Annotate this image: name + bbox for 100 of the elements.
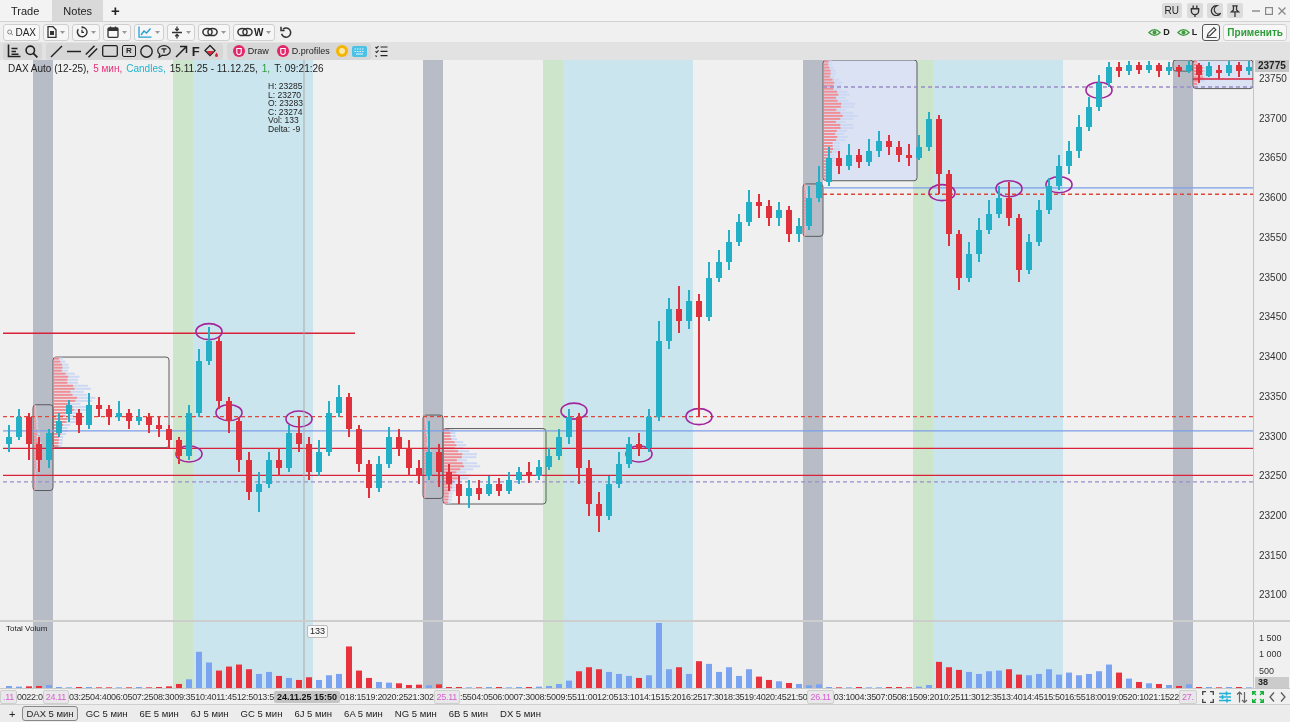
circle-icon[interactable]: [139, 44, 153, 58]
volume-bar: [206, 662, 212, 688]
rectangle-icon[interactable]: [102, 45, 118, 57]
tab[interactable]: Notes: [52, 0, 104, 21]
box-label-tool[interactable]: R: [122, 45, 136, 57]
clock-label: T: 09:21:26: [274, 63, 324, 74]
time-label: 12:05: [597, 690, 619, 703]
layout-dropdown[interactable]: [43, 23, 69, 41]
candle: [166, 423, 172, 450]
price-label: 23300: [1259, 430, 1287, 443]
chart-tab[interactable]: 6B 5 мин: [444, 706, 493, 721]
language-button[interactable]: RU: [1161, 3, 1182, 18]
zoom-icon[interactable]: [25, 44, 38, 58]
candle: [146, 411, 152, 434]
candle: [476, 479, 482, 502]
bar-chart-icon[interactable]: [7, 44, 21, 58]
candle: [626, 435, 632, 470]
candle: [406, 439, 412, 478]
chart-tab[interactable]: GC 5 мин: [236, 706, 287, 721]
up-down-arrows-icon[interactable]: [1235, 690, 1248, 703]
link-dropdown[interactable]: [198, 23, 230, 41]
calendar-dropdown[interactable]: [103, 23, 131, 41]
volume-bar: [656, 623, 662, 688]
time-label: 10:25: [938, 690, 960, 703]
volume-bar: [746, 669, 752, 688]
timer-dropdown[interactable]: [72, 23, 100, 41]
timeframe-label: 5 мин,: [93, 63, 123, 74]
add-chart-button[interactable]: +: [6, 707, 19, 720]
candle: [1226, 60, 1232, 77]
plug-button[interactable]: [1187, 3, 1203, 18]
candle: [616, 451, 622, 490]
letter-tool[interactable]: F: [191, 44, 200, 58]
checklist-icon[interactable]: [374, 45, 388, 57]
line-tool-icon[interactable]: [50, 44, 63, 58]
candle: [366, 459, 372, 500]
candle: [206, 325, 212, 366]
pen-button[interactable]: [1202, 23, 1221, 41]
chart-tab[interactable]: NG 5 мин: [390, 706, 441, 721]
close-icon[interactable]: [1278, 6, 1286, 15]
volume-bar: [346, 646, 352, 688]
candle: [546, 447, 552, 471]
parallel-lines-icon[interactable]: [85, 44, 98, 58]
time-label: 21:30: [407, 690, 429, 703]
link-group-dropdown[interactable]: W: [233, 23, 276, 41]
chart-tab[interactable]: DX 5 мин: [496, 706, 545, 721]
theme-button[interactable]: [1207, 3, 1223, 18]
caret-icon: [122, 30, 127, 34]
volume-bar: [1046, 669, 1052, 688]
maximize-icon[interactable]: [1265, 6, 1273, 15]
layer-toggle[interactable]: L: [1174, 27, 1200, 37]
chart-tab[interactable]: 6A 5 мин: [340, 706, 387, 721]
draw-toggle[interactable]: Draw: [230, 45, 271, 57]
paint-bucket-icon[interactable]: [203, 44, 219, 58]
candle: [356, 423, 362, 474]
pin-button[interactable]: [1227, 3, 1243, 18]
speech-bubble-icon[interactable]: [156, 44, 171, 58]
last-volume-label: 38: [1255, 677, 1289, 688]
add-tab-button[interactable]: +: [105, 3, 126, 18]
chevron-left-icon[interactable]: [1268, 691, 1275, 702]
candle: [1046, 177, 1052, 216]
time-label: 2: [428, 690, 434, 703]
candle: [6, 423, 12, 454]
tab[interactable]: Trade: [0, 0, 51, 21]
time-label: 18:35: [723, 690, 745, 703]
candle: [826, 145, 832, 188]
chart-tab[interactable]: DAX 5 мин: [22, 706, 78, 721]
candle: [716, 248, 722, 283]
volume-bar: [796, 684, 802, 688]
volume-bar: [276, 675, 282, 688]
chevron-right-icon[interactable]: [1279, 691, 1286, 702]
candle: [1036, 198, 1042, 247]
scale-dropdown[interactable]: [167, 23, 195, 41]
candle: [786, 205, 792, 243]
fullscreen-icon[interactable]: [1202, 690, 1215, 703]
volume-bar: [1066, 672, 1072, 688]
time-label: 0: [340, 690, 345, 703]
undo-icon[interactable]: [280, 26, 293, 38]
volume-bar: [1166, 685, 1172, 688]
profiles-toggle[interactable]: D.profiles: [274, 45, 332, 57]
time-label: 18:15: [344, 690, 366, 703]
chart-tab[interactable]: GC 5 мин: [81, 706, 132, 721]
symbol-search-field[interactable]: DAX: [3, 23, 40, 41]
horizontal-line-icon[interactable]: [67, 49, 81, 53]
sliders-icon[interactable]: [1219, 690, 1231, 703]
volume-bar: [286, 677, 292, 688]
layer-toggle[interactable]: D: [1146, 27, 1172, 37]
chart-tab[interactable]: 6J 5 мин: [290, 706, 337, 721]
volume-bar: [756, 676, 762, 688]
calendar-icon: [107, 26, 119, 38]
candle: [1156, 62, 1162, 79]
plug-icon: [1190, 4, 1200, 17]
count-label: 1,: [261, 63, 271, 74]
candle: [296, 415, 302, 454]
volume-bar: [406, 685, 412, 688]
candle: [736, 213, 742, 247]
arrow-icon[interactable]: [174, 44, 188, 58]
chart-tab[interactable]: 6E 5 мин: [135, 706, 183, 721]
time-label: 08:30: [153, 690, 175, 703]
chart-tab[interactable]: 6J 5 мин: [186, 706, 233, 721]
time-label: 11:00: [576, 690, 598, 703]
